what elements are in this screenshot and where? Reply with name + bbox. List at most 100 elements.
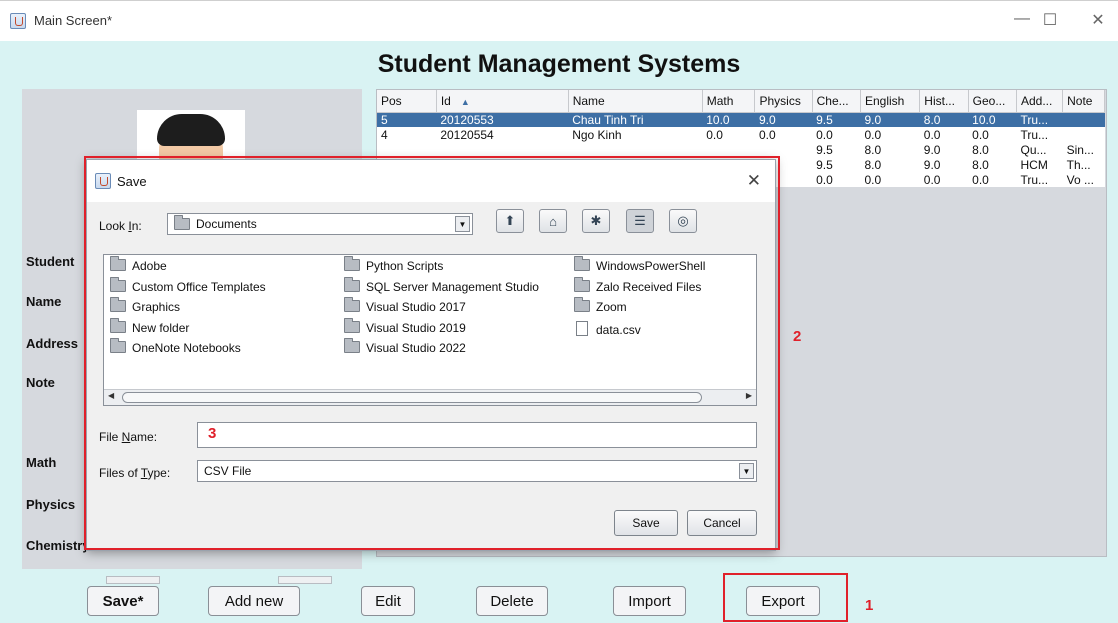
table-cell: 8.0 <box>968 142 1017 157</box>
scroll-left-icon[interactable]: ◀ <box>108 391 114 400</box>
file-item[interactable]: data.csv <box>574 320 641 337</box>
table-cell: Chau Tinh Tri <box>568 112 703 127</box>
table-cell <box>1062 112 1105 127</box>
table-header-cell[interactable]: Physics <box>754 90 813 113</box>
label-address: Address <box>26 336 79 351</box>
scroll-right-icon[interactable]: ▶ <box>746 391 752 400</box>
label-note: Note <box>26 375 55 390</box>
up-one-level-icon[interactable]: ⬆ <box>496 209 524 233</box>
chevron-down-icon[interactable]: ▼ <box>739 463 754 479</box>
delete-button[interactable]: Delete <box>476 586 548 616</box>
folder-item[interactable]: Visual Studio 2019 <box>344 317 466 335</box>
table-header-label: English <box>864 93 905 108</box>
table-cell: 0.0 <box>919 127 969 142</box>
table-cell: 0.0 <box>968 172 1017 187</box>
horizontal-scrollbar[interactable]: ◀ ▶ <box>104 389 756 405</box>
table-header-cell[interactable]: Add... <box>1016 90 1064 113</box>
chemistry-field[interactable] <box>106 576 160 584</box>
table-cell: 0.0 <box>812 172 861 187</box>
table-header-cell[interactable]: Math <box>702 90 756 113</box>
annotation-number-2: 2 <box>793 328 802 345</box>
details-view-icon[interactable]: ◎ <box>669 209 697 233</box>
label-physics: Physics <box>26 497 76 512</box>
file-item-label: Graphics <box>132 300 181 314</box>
folder-item[interactable]: Adobe <box>110 256 167 273</box>
dialog-close-icon[interactable]: ✕ <box>747 171 761 191</box>
table-header-cell[interactable]: Geo... <box>968 90 1017 113</box>
minimize-icon[interactable]: — <box>1012 10 1032 28</box>
table-row[interactable]: 5 20120553 Chau Tinh Tri 10.0 9.0 9.5 9.0 8.0 10… <box>377 112 1105 127</box>
maximize-icon[interactable]: ☐ <box>1040 10 1060 30</box>
folder-item[interactable]: Custom Office Templates <box>110 276 266 294</box>
table-header-cell[interactable]: Note <box>1062 90 1105 113</box>
folder-item[interactable]: Graphics <box>110 297 181 314</box>
table-header-label: Add... <box>1020 93 1053 108</box>
table-row[interactable]: 4 20120554 Ngo Kinh 0.0 0.0 0.0 0.0 0.0 0.0 Tru..… <box>377 127 1105 142</box>
chevron-down-icon[interactable]: ▼ <box>455 216 470 232</box>
folder-item[interactable]: Visual Studio 2017 <box>344 297 466 314</box>
window-titlebar: Main Screen* — ☐ ✕ <box>0 0 1118 40</box>
table-row[interactable]: 9.5 8.0 9.0 8.0 Qu... Sin... <box>377 142 1105 157</box>
table-cell: 0.0 <box>702 127 755 142</box>
look-in-value: Documents <box>196 217 257 231</box>
folder-item[interactable]: New folder <box>110 317 189 335</box>
table-cell: 20120553 <box>436 112 569 127</box>
dialog-save-button[interactable]: Save <box>614 510 678 536</box>
folder-item[interactable]: Zoom <box>574 297 627 314</box>
file-item-label: OneNote Notebooks <box>132 341 241 355</box>
folder-item[interactable]: WindowsPowerShell <box>574 256 706 273</box>
table-header-label: Math <box>706 93 734 108</box>
folder-icon <box>344 297 360 312</box>
look-in-combo[interactable]: Documents ▼ <box>167 213 473 235</box>
table-cell: 9.5 <box>812 112 861 127</box>
folder-icon <box>344 256 360 271</box>
file-item-label: WindowsPowerShell <box>596 259 706 273</box>
table-header-cell[interactable]: Pos <box>377 90 437 113</box>
add-new-button[interactable]: Add new <box>208 586 300 616</box>
folder-item[interactable]: Visual Studio 2022 <box>344 338 466 355</box>
history-field[interactable] <box>278 576 332 584</box>
table-cell <box>754 142 813 157</box>
table-cell: Qu... <box>1016 142 1063 157</box>
close-icon[interactable]: ✕ <box>1088 10 1108 30</box>
table-header-label: Geo... <box>972 93 1006 108</box>
new-folder-icon[interactable]: ✱ <box>582 209 610 233</box>
import-button[interactable]: Import <box>613 586 686 616</box>
table-cell: 8.0 <box>919 112 969 127</box>
table-header-cell[interactable]: Che... <box>812 90 861 113</box>
table-header-label: Name <box>572 93 605 108</box>
java-app-icon <box>95 173 111 189</box>
files-of-type-combo[interactable]: CSV File ▼ <box>197 460 757 482</box>
table-header-cell[interactable]: Id ▲ <box>436 90 569 113</box>
app-heading: Student Management Systems <box>377 50 741 78</box>
file-name-input[interactable] <box>197 422 757 448</box>
scrollbar-thumb[interactable] <box>122 392 702 403</box>
file-item-label: Zoom <box>596 300 627 314</box>
table-header-cell[interactable]: Hist... <box>919 90 969 113</box>
dialog-cancel-button[interactable]: Cancel <box>687 510 757 536</box>
home-icon[interactable]: ⌂ <box>539 209 567 233</box>
folder-icon <box>344 276 360 292</box>
table-cell: 9.0 <box>919 142 969 157</box>
edit-button[interactable]: Edit <box>361 586 415 616</box>
folder-item[interactable]: Zalo Received Files <box>574 276 701 294</box>
file-name-label: File Name: <box>99 430 158 444</box>
table-header-cell[interactable]: Name <box>568 90 703 113</box>
table-header-cell[interactable]: English <box>860 90 921 113</box>
export-button[interactable]: Export <box>746 586 820 616</box>
save-button[interactable]: Save* <box>87 586 159 616</box>
folder-icon <box>110 317 126 333</box>
list-view-icon[interactable]: ☰ <box>626 209 654 233</box>
table-cell <box>377 142 437 157</box>
table-cell: Tru... <box>1016 112 1063 127</box>
table-header-label: Che... <box>816 93 849 108</box>
label-math: Math <box>26 455 57 470</box>
table-header-label: Pos <box>381 93 402 108</box>
folder-item[interactable]: OneNote Notebooks <box>110 338 241 355</box>
folder-item[interactable]: Python Scripts <box>344 256 443 273</box>
file-icon <box>576 320 588 336</box>
table-cell: 10.0 <box>968 112 1017 127</box>
folder-item[interactable]: SQL Server Management Studio <box>344 276 539 294</box>
dialog-title: Save <box>117 173 147 189</box>
file-list[interactable]: ◀ ▶ Adobe Custom Office Templates Graphics… <box>103 254 757 406</box>
